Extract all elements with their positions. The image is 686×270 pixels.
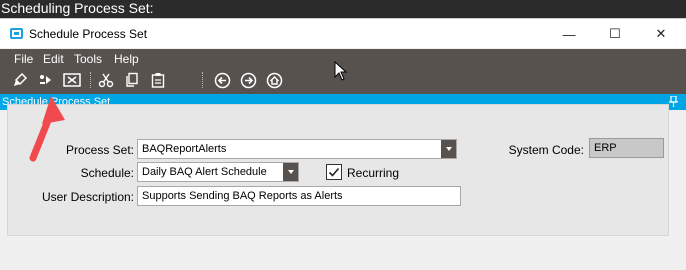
clear-icon[interactable] <box>10 70 30 90</box>
title-bar: Schedule Process Set — ☐ ✕ <box>0 18 686 48</box>
chevron-down-icon[interactable] <box>283 163 298 181</box>
toolbar-separator <box>202 72 203 88</box>
menu-edit[interactable]: Edit <box>43 52 64 66</box>
maximize-button[interactable]: ☐ <box>592 19 638 49</box>
app-icon <box>10 28 23 39</box>
checkmark-icon <box>328 167 340 177</box>
close-button[interactable]: ✕ <box>638 19 684 49</box>
menu-help[interactable]: Help <box>114 52 139 66</box>
home-icon[interactable] <box>264 70 284 90</box>
system-code-value: ERP <box>594 142 617 154</box>
process-icon[interactable] <box>36 70 56 90</box>
recurring-label: Recurring <box>347 166 400 180</box>
system-code-label: System Code: <box>508 143 584 157</box>
schedule-label: Schedule: <box>80 166 134 180</box>
user-description-field[interactable]: Supports Sending BAQ Reports as Alerts <box>137 186 461 206</box>
cut-icon[interactable] <box>96 70 116 90</box>
mouse-cursor-icon <box>334 61 348 81</box>
window-title: Schedule Process Set <box>29 27 148 41</box>
user-description-value: Supports Sending BAQ Reports as Alerts <box>142 190 343 202</box>
outer-window-title: Scheduling Process Set: <box>0 0 686 18</box>
copy-icon[interactable] <box>122 70 142 90</box>
user-description-label: User Description: <box>41 190 134 204</box>
recurring-checkbox[interactable] <box>326 164 342 180</box>
minimize-button[interactable]: — <box>546 19 592 49</box>
forward-icon[interactable] <box>238 70 258 90</box>
process-set-label: Process Set: <box>65 143 134 157</box>
process-set-value: BAQReportAlerts <box>142 143 227 155</box>
menu-file[interactable]: File <box>14 52 33 66</box>
process-set-combo[interactable]: BAQReportAlerts <box>137 139 457 159</box>
back-icon[interactable] <box>212 70 232 90</box>
chevron-down-icon[interactable] <box>441 140 456 158</box>
toolbar-separator <box>90 72 91 88</box>
paste-icon[interactable] <box>148 70 168 90</box>
pin-icon[interactable] <box>669 96 678 107</box>
schedule-combo[interactable]: Daily BAQ Alert Schedule <box>137 162 299 182</box>
system-code-field: ERP <box>589 138 664 158</box>
schedule-value: Daily BAQ Alert Schedule <box>142 166 267 178</box>
schedule-icon[interactable] <box>62 70 82 90</box>
menu-tools[interactable]: Tools <box>74 52 102 66</box>
annotation-arrow-icon <box>29 96 65 162</box>
